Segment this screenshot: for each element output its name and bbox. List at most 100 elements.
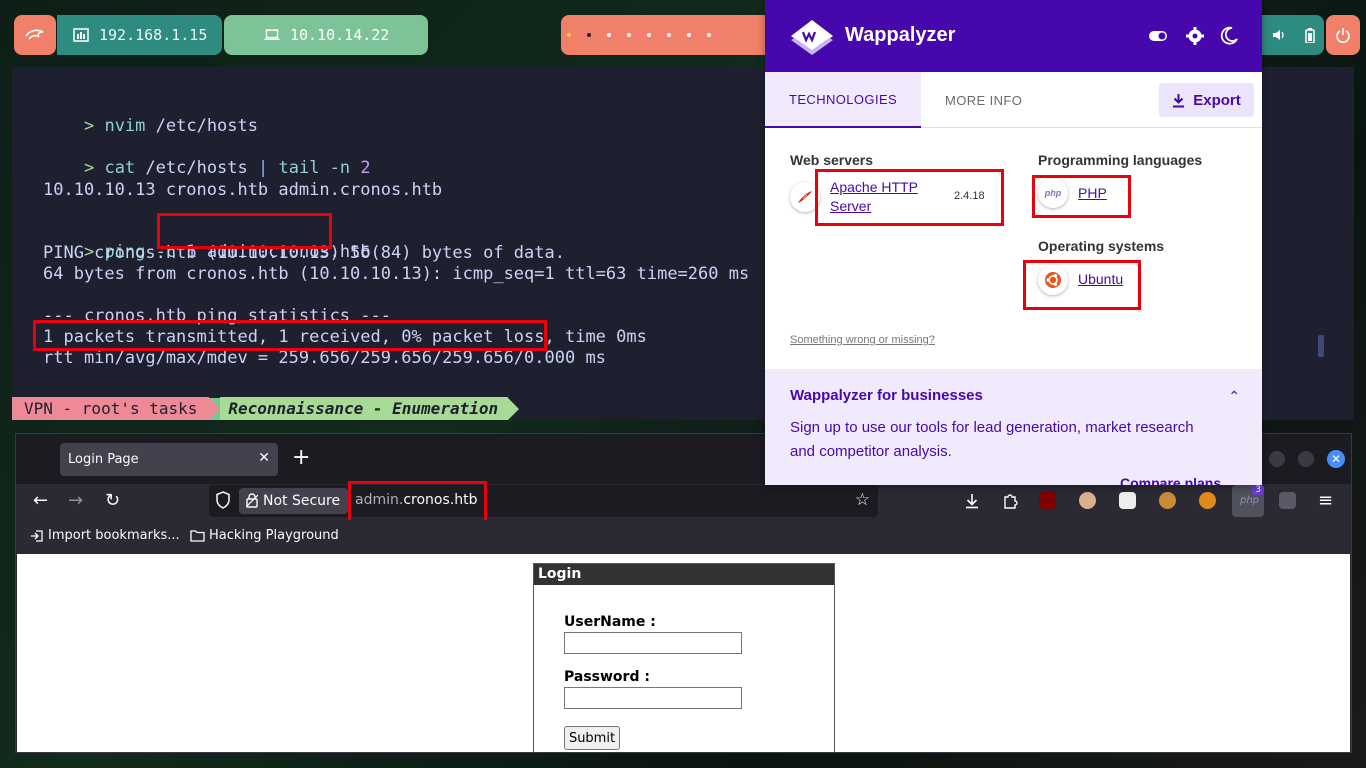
folder-icon bbox=[190, 530, 205, 542]
wappalyzer-extension-button[interactable]: php 3 bbox=[1232, 485, 1264, 517]
status-segment-vpn[interactable]: VPN - root's tasks bbox=[12, 397, 210, 420]
status-separator bbox=[508, 397, 520, 420]
container-extension-icon[interactable] bbox=[1279, 492, 1296, 509]
vpn-ip-text: 10.10.14.22 bbox=[290, 26, 390, 44]
wappalyzer-logo-icon bbox=[791, 20, 833, 55]
back-arrow-icon[interactable]: ← bbox=[33, 491, 48, 511]
minimize-button[interactable] bbox=[1269, 451, 1285, 467]
tab-technologies[interactable]: TECHNOLOGIES bbox=[765, 72, 922, 128]
workspace-dot[interactable] bbox=[627, 33, 631, 37]
business-text-line: and competitor analysis. bbox=[790, 443, 952, 460]
pipe-symbol: | bbox=[258, 158, 269, 178]
forward-arrow-icon[interactable]: → bbox=[68, 491, 83, 511]
username-label: UserName : bbox=[564, 614, 656, 630]
workspace-dot[interactable] bbox=[567, 33, 571, 37]
export-label: Export bbox=[1193, 91, 1241, 109]
bookmark-folder-label: Hacking Playground bbox=[209, 528, 339, 543]
kali-menu-button[interactable] bbox=[14, 15, 56, 55]
settings-gear-icon[interactable] bbox=[1185, 26, 1205, 46]
navigation-toolbar: ← → ↻ Not Secure admin.cronos.htb ☆ php … bbox=[16, 481, 1351, 523]
qr-code-icon[interactable] bbox=[1119, 492, 1136, 509]
wappalyzer-title: Wappalyzer bbox=[845, 24, 956, 46]
import-bookmarks-item[interactable]: Import bookmarks... bbox=[30, 528, 180, 543]
submit-button[interactable]: Submit bbox=[564, 726, 620, 750]
tab-more-info[interactable]: MORE INFO bbox=[921, 72, 1046, 128]
business-description: Sign up to use our tools for lead genera… bbox=[790, 416, 1200, 464]
workspace-dot[interactable] bbox=[667, 33, 671, 37]
highlight-box bbox=[348, 481, 487, 523]
power-button[interactable] bbox=[1326, 15, 1360, 55]
workspace-switcher[interactable] bbox=[561, 15, 771, 55]
cookie-editor-icon[interactable] bbox=[1159, 492, 1176, 509]
bookmark-folder-hacking-playground[interactable]: Hacking Playground bbox=[190, 528, 339, 543]
wappalyzer-header: Wappalyzer bbox=[765, 0, 1262, 72]
tracking-shield-icon[interactable] bbox=[215, 491, 231, 513]
username-input[interactable] bbox=[564, 632, 742, 654]
workspace-dot[interactable] bbox=[687, 33, 691, 37]
foxyproxy-icon[interactable] bbox=[1199, 492, 1216, 509]
dark-mode-moon-icon[interactable] bbox=[1219, 26, 1239, 46]
workspace-dot[interactable] bbox=[607, 33, 611, 37]
workspace-dot[interactable] bbox=[647, 33, 651, 37]
system-tray bbox=[1262, 15, 1324, 55]
business-title[interactable]: Wappalyzer for businesses bbox=[790, 387, 983, 404]
status-segment-recon[interactable]: Reconnaissance - Enumeration bbox=[220, 397, 509, 420]
bookmark-star-icon[interactable]: ☆ bbox=[855, 490, 870, 510]
local-ip-text: 192.168.1.15 bbox=[99, 26, 208, 44]
extensions-puzzle-icon[interactable] bbox=[1002, 493, 1018, 509]
import-icon bbox=[31, 529, 43, 542]
workspace-dot-active[interactable] bbox=[587, 33, 591, 37]
hamburger-menu-icon[interactable]: ≡ bbox=[1318, 491, 1333, 511]
workspace-dot[interactable] bbox=[707, 33, 711, 37]
ublock-origin-icon[interactable] bbox=[1039, 492, 1056, 509]
business-text-line: Sign up to use our tools for lead genera… bbox=[790, 419, 1194, 436]
password-input[interactable] bbox=[564, 687, 742, 709]
wappalyzer-popup: Wappalyzer TECHNOLOGIES MORE INFO Export… bbox=[765, 0, 1262, 485]
prompt-symbol: > bbox=[83, 158, 95, 178]
status-separator bbox=[209, 397, 221, 420]
command: nvim bbox=[104, 116, 146, 136]
highlight-box bbox=[1032, 175, 1131, 218]
import-bookmarks-label: Import bookmarks... bbox=[48, 528, 180, 543]
highlight-box bbox=[815, 169, 1004, 226]
battery-icon[interactable] bbox=[1304, 27, 1315, 43]
local-ip-widget: 192.168.1.15 bbox=[57, 15, 222, 55]
not-secure-label: Not Secure bbox=[263, 493, 341, 509]
command-args: /etc/hosts bbox=[135, 158, 258, 178]
tmux-status-bar: VPN - root's tasks Reconnaissance - Enum… bbox=[12, 397, 520, 420]
terminal-output-line: 10.10.10.13 cronos.htb admin.cronos.htb bbox=[43, 180, 443, 200]
close-tab-icon[interactable]: ✕ bbox=[258, 450, 270, 466]
maximize-button[interactable] bbox=[1298, 451, 1314, 467]
reload-icon[interactable]: ↻ bbox=[105, 491, 120, 511]
category-web-servers: Web servers bbox=[790, 152, 874, 168]
highlight-box bbox=[1023, 260, 1141, 310]
toggle-switch-icon[interactable] bbox=[1148, 26, 1168, 46]
site-security-indicator[interactable]: Not Secure bbox=[239, 488, 349, 514]
highlight-box bbox=[33, 320, 547, 351]
tab-title: Login Page bbox=[68, 452, 139, 467]
terminal-scroll-indicator bbox=[1318, 335, 1324, 357]
compare-plans-link[interactable]: Compare plans bbox=[1120, 475, 1221, 485]
chevron-up-icon[interactable]: ⌃ bbox=[1228, 388, 1240, 405]
new-tab-button[interactable]: + bbox=[292, 446, 310, 470]
window-close-button[interactable]: ✕ bbox=[1327, 450, 1345, 468]
command: cat bbox=[104, 158, 136, 178]
extension-count-badge: 3 bbox=[1252, 485, 1264, 495]
network-icon bbox=[73, 28, 89, 42]
login-form: Login UserName : Password : Submit bbox=[533, 563, 835, 752]
download-icon bbox=[1173, 93, 1185, 107]
command-number: 2 bbox=[350, 158, 371, 178]
feedback-link[interactable]: Something wrong or missing? bbox=[790, 334, 935, 346]
url-bar[interactable]: Not Secure admin.cronos.htb ☆ bbox=[209, 485, 878, 517]
owl-extension-icon[interactable] bbox=[1079, 492, 1096, 509]
volume-icon[interactable] bbox=[1272, 28, 1286, 42]
export-button[interactable]: Export bbox=[1159, 83, 1254, 117]
php-badge-icon: php bbox=[1240, 495, 1260, 506]
password-label: Password : bbox=[564, 669, 650, 685]
tab-login-page[interactable]: Login Page ✕ bbox=[60, 443, 278, 476]
downloads-icon[interactable] bbox=[964, 493, 980, 509]
page-content: Login UserName : Password : Submit bbox=[17, 554, 1350, 752]
kali-dragon-icon bbox=[25, 29, 44, 40]
bookmarks-toolbar: Import bookmarks... Hacking Playground bbox=[16, 520, 1351, 552]
command-flag: -n bbox=[319, 158, 351, 178]
